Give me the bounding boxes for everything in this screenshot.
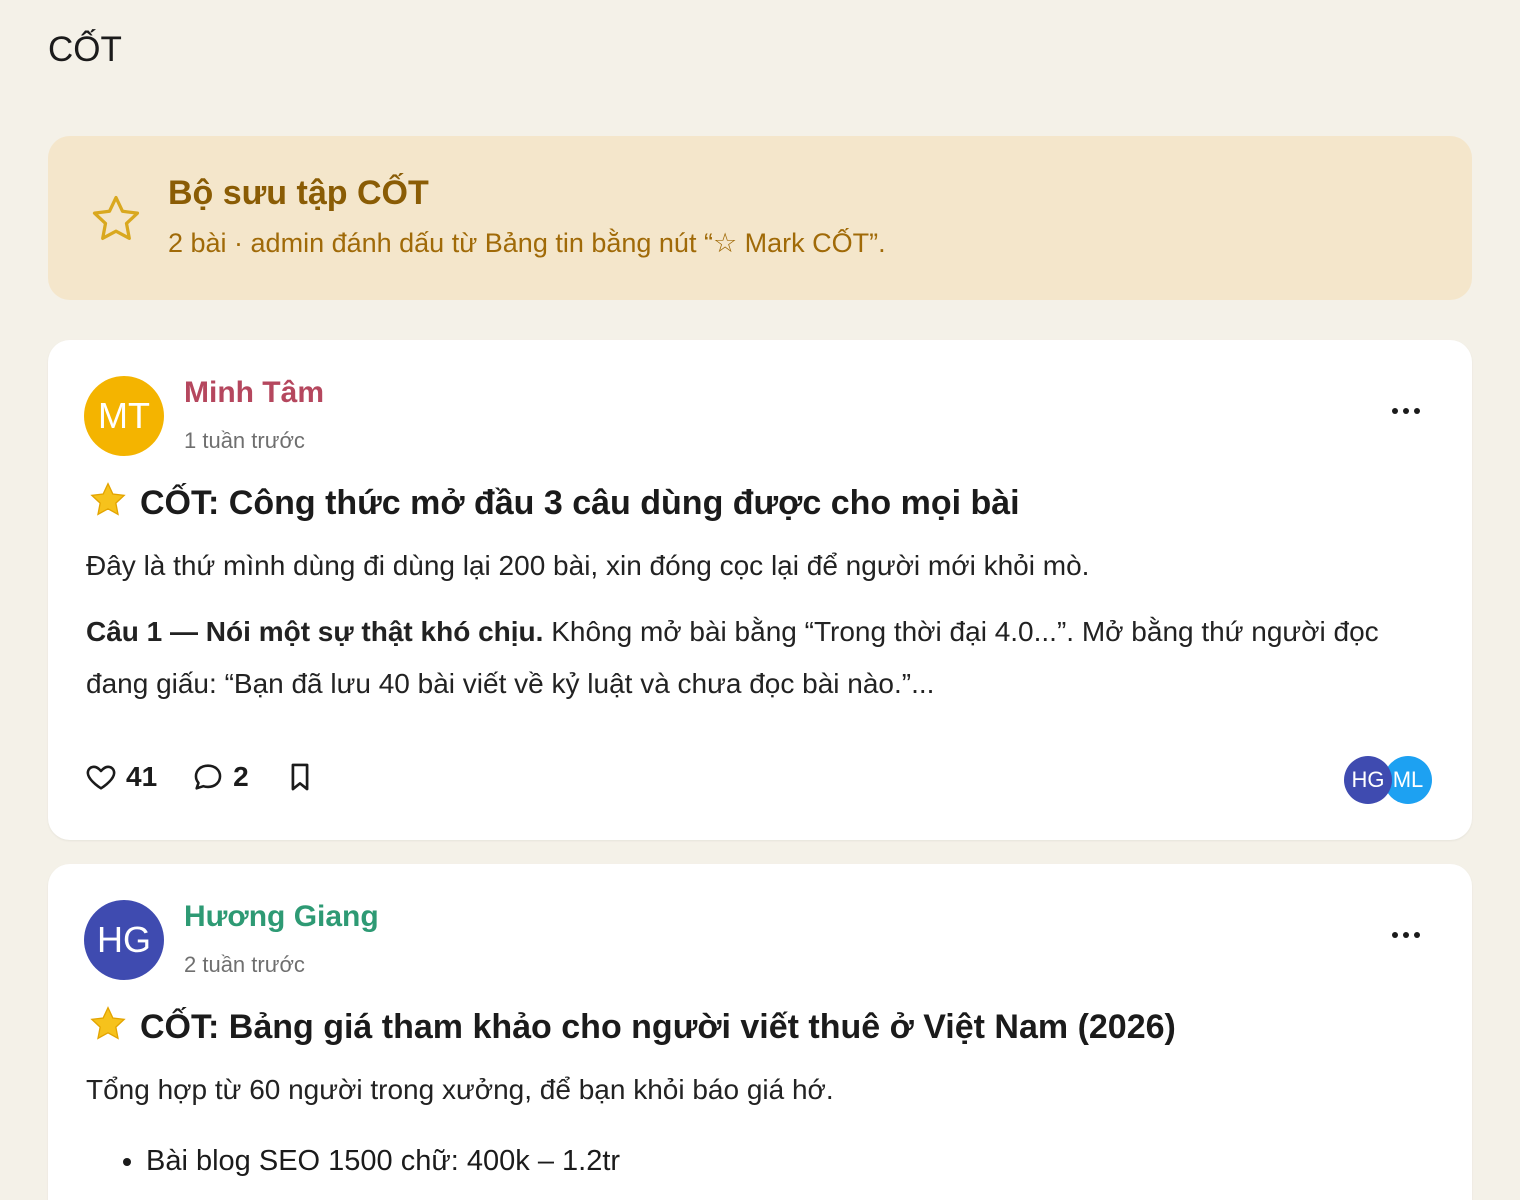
comment-button[interactable]: 2 [191, 760, 249, 794]
post-body: Câu 1 — Nói một sự thật khó chịu. Không … [86, 606, 1426, 710]
post-time: 2 tuần trước [184, 952, 305, 977]
like-count: 41 [126, 761, 158, 792]
list-item: Bài blog SEO 1500 chữ: 400k – 1.2tr [146, 1130, 620, 1192]
post-card: HG Hương Giang 2 tuần trước CỐT: Bảng gi… [48, 864, 1472, 1200]
post-title[interactable]: CỐT: Công thức mở đầu 3 câu dùng được ch… [86, 480, 1020, 523]
collection-banner: Bộ sưu tập CỐT 2 bài · admin đánh dấu từ… [48, 136, 1472, 300]
more-options-icon[interactable] [1386, 396, 1426, 426]
post-title-text: CỐT: Bảng giá tham khảo cho người viết t… [140, 1008, 1176, 1046]
author-name[interactable]: Hương Giang [184, 900, 379, 934]
comment-icon [194, 764, 222, 790]
banner-subtitle: 2 bài · admin đánh dấu từ Bảng tin bằng … [168, 228, 886, 258]
banner-title: Bộ sưu tập CỐT [168, 174, 429, 212]
star-outline-icon [92, 195, 140, 240]
star-emoji-icon [90, 1006, 126, 1040]
avatar[interactable]: MT [84, 376, 164, 456]
page-title: CỐT [48, 30, 122, 69]
cot-collection-page: CỐT Bộ sưu tập CỐT 2 bài · admin đánh dấ… [0, 0, 1520, 1200]
author-name[interactable]: Minh Tâm [184, 376, 324, 410]
avatar[interactable]: HG [84, 900, 164, 980]
post-actions: 41 2 [84, 760, 351, 794]
more-options-icon[interactable] [1386, 920, 1426, 950]
star-emoji-icon [90, 482, 126, 516]
post-title-text: CỐT: Công thức mở đầu 3 câu dùng được ch… [140, 484, 1020, 522]
comment-count: 2 [233, 761, 249, 792]
heart-icon [86, 765, 116, 790]
post-intro: Đây là thứ mình dùng đi dùng lại 200 bài… [86, 550, 1090, 581]
reactor-avatar: HG [1344, 756, 1392, 804]
bookmark-icon [291, 763, 309, 791]
post-intro: Tổng hợp từ 60 người trong xưởng, để bạn… [86, 1074, 834, 1105]
post-title[interactable]: CỐT: Bảng giá tham khảo cho người viết t… [86, 1004, 1176, 1047]
post-body-bold: Câu 1 — Nói một sự thật khó chịu. [86, 616, 544, 647]
like-button[interactable]: 41 [84, 760, 157, 794]
bookmark-button[interactable] [283, 760, 317, 794]
post-time: 1 tuần trước [184, 428, 305, 453]
post-bullet-list: Bài blog SEO 1500 chữ: 400k – 1.2tr [98, 1130, 620, 1192]
reactor-avatars[interactable]: HG ML [1344, 756, 1432, 804]
post-card: MT Minh Tâm 1 tuần trước CỐT: Công thức … [48, 340, 1472, 840]
